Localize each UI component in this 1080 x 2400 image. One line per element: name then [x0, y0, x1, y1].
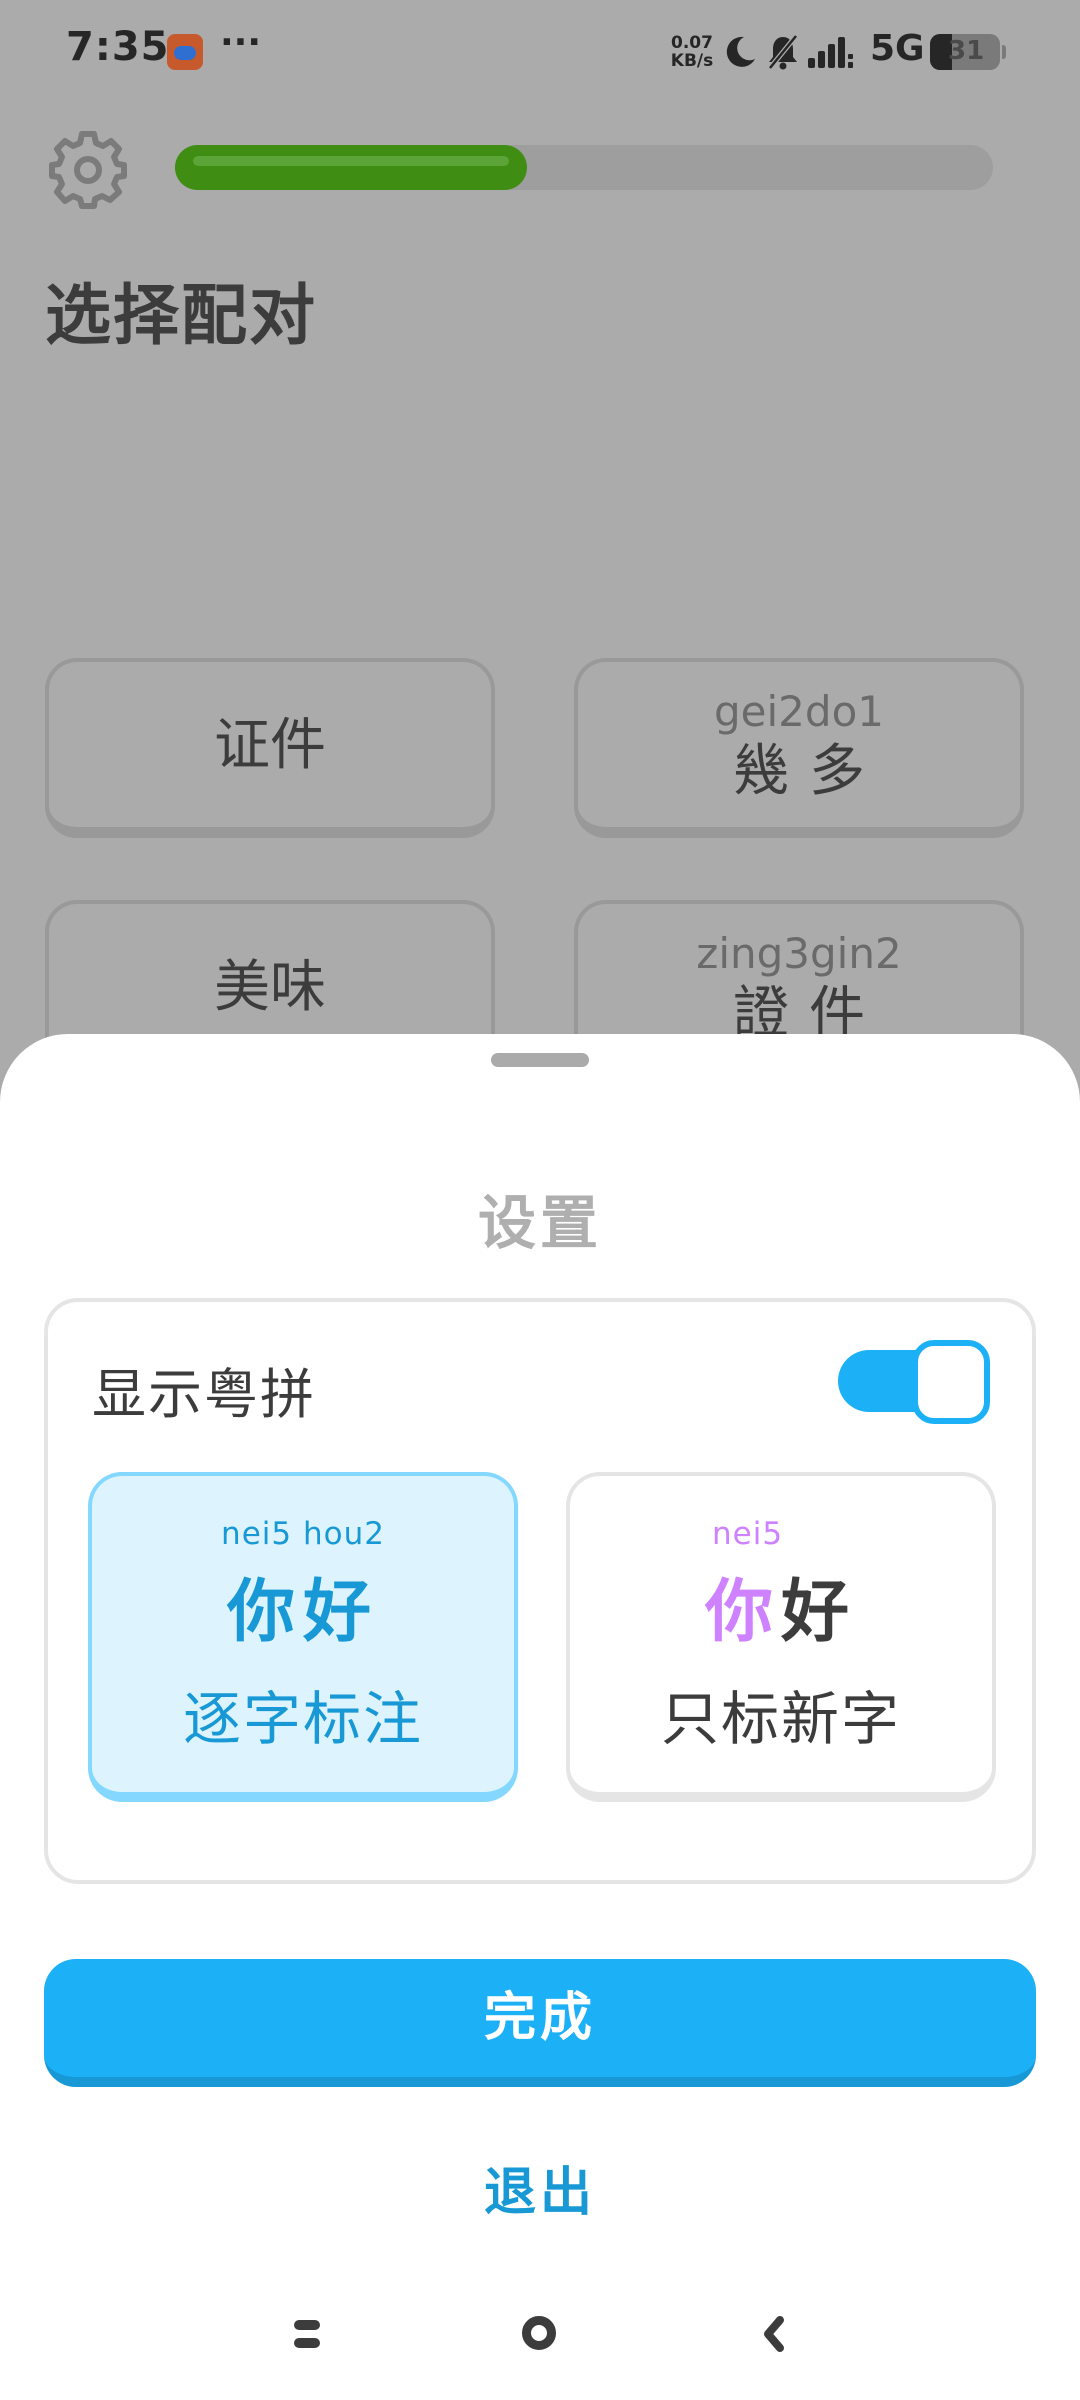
battery-cap: [1002, 45, 1006, 59]
sheet-title: 设置: [477, 1189, 602, 1257]
option-romanization: nei5: [712, 1516, 784, 1552]
lesson-progress-bar: [175, 145, 993, 190]
option-char-2: 好: [781, 1573, 858, 1652]
card-characters: 幾多: [733, 739, 885, 804]
match-card-pronunciation-1[interactable]: gei2do1 幾多: [574, 658, 1024, 838]
net-speed-unit: KB/s: [670, 51, 714, 71]
nav-home-icon[interactable]: [522, 2316, 556, 2350]
page-title: 选择配对: [45, 277, 317, 354]
option-char-1: 你: [226, 1573, 303, 1652]
nav-back-icon[interactable]: [762, 2316, 786, 2352]
moon-icon: [726, 36, 755, 67]
toggle-knob: [912, 1340, 990, 1424]
option-label: 逐字标注: [182, 1685, 423, 1753]
show-jyutping-label: 显示粤拼: [92, 1363, 316, 1426]
settings-bottom-sheet: 设置 显示粤拼 nei5 hou2 你好 逐字标注 nei5 你好 只标新字 完…: [0, 1034, 1080, 2400]
signal-icon: [808, 37, 853, 68]
exit-link[interactable]: 退出: [0, 2150, 1080, 2225]
card-word: 证件: [214, 713, 326, 778]
nav-recents-icon[interactable]: [294, 2320, 320, 2348]
option-characters: 你好: [570, 1556, 992, 1655]
app-notification-icon: [167, 34, 203, 70]
match-card-word-1[interactable]: 证件: [45, 658, 495, 838]
option-char-2: 好: [303, 1573, 380, 1652]
battery-icon: 31: [930, 34, 1000, 70]
option-annotate-all-characters[interactable]: nei5 hou2 你好 逐字标注: [88, 1472, 518, 1802]
option-characters: 你好: [92, 1556, 514, 1655]
show-jyutping-toggle[interactable]: [838, 1340, 990, 1426]
done-button[interactable]: 完成: [44, 1959, 1036, 2087]
option-romanization: nei5 hou2: [221, 1516, 385, 1552]
net-speed: 0.07 KB/s: [668, 34, 716, 70]
card-word: 美味: [214, 955, 326, 1020]
option-char-1-new: 你: [704, 1573, 781, 1652]
settings-gear-icon[interactable]: [46, 128, 130, 212]
status-bar: 7:35 ··· 0.07 KB/s 5G 31: [0, 0, 1080, 105]
bell-muted-icon: [768, 34, 798, 70]
card-romanization: gei2do1: [714, 687, 884, 736]
network-type: 5G: [870, 28, 925, 69]
jyutping-setting-group: 显示粤拼 nei5 hou2 你好 逐字标注 nei5 你好 只标新字: [44, 1298, 1036, 1884]
option-label: 只标新字: [660, 1685, 901, 1753]
status-time: 7:35: [66, 24, 170, 70]
battery-percent: 31: [948, 36, 985, 66]
card-romanization: zing3gin2: [696, 929, 902, 978]
sheet-drag-handle[interactable]: [491, 1053, 589, 1067]
option-annotate-new-characters[interactable]: nei5 你好 只标新字: [566, 1472, 996, 1802]
lesson-progress-fill: [175, 145, 527, 190]
progress-shine: [193, 156, 509, 166]
more-notifications-icon: ···: [220, 22, 262, 63]
net-speed-value: 0.07: [671, 33, 713, 53]
